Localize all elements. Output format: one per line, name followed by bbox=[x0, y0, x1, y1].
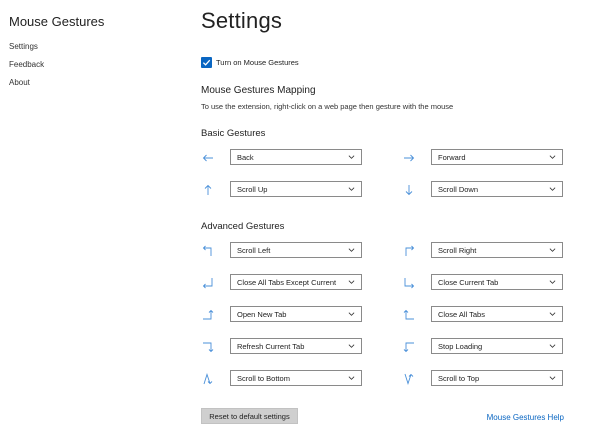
up-down-icon bbox=[201, 372, 215, 386]
gesture-scroll-down: Scroll Down bbox=[402, 181, 563, 197]
gesture-scroll-to-top: Scroll to Top bbox=[402, 370, 563, 386]
arrow-up-icon bbox=[201, 183, 215, 197]
gesture-forward: Forward bbox=[402, 149, 563, 165]
gesture-select-close-current-tab[interactable]: Close Current Tab bbox=[431, 274, 563, 290]
gesture-select-scroll-to-top[interactable]: Scroll to Top bbox=[431, 370, 563, 386]
chevron-down-icon bbox=[348, 344, 355, 348]
down-up-icon bbox=[402, 372, 416, 386]
arrow-down-icon bbox=[402, 183, 416, 197]
basic-gestures-title: Basic Gestures bbox=[201, 128, 266, 139]
advanced-gestures-title: Advanced Gestures bbox=[201, 221, 285, 232]
gesture-select-back[interactable]: Back bbox=[230, 149, 362, 165]
chevron-down-icon bbox=[549, 248, 556, 252]
arrow-left-icon bbox=[201, 151, 215, 165]
sidebar-item-about[interactable]: About bbox=[9, 78, 44, 96]
right-up-icon bbox=[201, 308, 215, 322]
gesture-select-stop-loading[interactable]: Stop Loading bbox=[431, 338, 563, 354]
gesture-select-open-new-tab[interactable]: Open New Tab bbox=[230, 306, 362, 322]
chevron-down-icon bbox=[549, 312, 556, 316]
sidebar: Mouse Gestures Settings Feedback About bbox=[0, 0, 190, 441]
right-down-icon bbox=[201, 340, 215, 354]
left-up-icon bbox=[402, 308, 416, 322]
sidebar-item-settings[interactable]: Settings bbox=[9, 42, 44, 60]
sidebar-item-feedback[interactable]: Feedback bbox=[9, 60, 44, 78]
up-right-icon bbox=[402, 244, 416, 258]
gesture-stop-loading: Stop Loading bbox=[402, 338, 563, 354]
chevron-down-icon bbox=[348, 312, 355, 316]
enable-gestures-label: Turn on Mouse Gestures bbox=[216, 58, 299, 67]
gesture-select-forward[interactable]: Forward bbox=[431, 149, 563, 165]
gesture-select-scroll-down[interactable]: Scroll Down bbox=[431, 181, 563, 197]
gesture-open-new-tab: Open New Tab bbox=[201, 306, 362, 322]
gesture-refresh-current-tab: Refresh Current Tab bbox=[201, 338, 362, 354]
up-left-icon bbox=[201, 244, 215, 258]
mapping-description: To use the extension, right-click on a w… bbox=[201, 102, 454, 111]
gesture-close-all-tabs: Close All Tabs bbox=[402, 306, 563, 322]
checkmark-icon bbox=[202, 59, 211, 66]
gesture-select-scroll-to-bottom[interactable]: Scroll to Bottom bbox=[230, 370, 362, 386]
chevron-down-icon bbox=[348, 280, 355, 284]
enable-gestures-checkbox[interactable] bbox=[201, 57, 212, 68]
gesture-select-close-all-except-current[interactable]: Close All Tabs Except Current bbox=[230, 274, 362, 290]
chevron-down-icon bbox=[549, 376, 556, 380]
gesture-back: Back bbox=[201, 149, 362, 165]
chevron-down-icon bbox=[549, 187, 556, 191]
enable-gestures-row: Turn on Mouse Gestures bbox=[201, 57, 299, 68]
gesture-select-scroll-right[interactable]: Scroll Right bbox=[431, 242, 563, 258]
app-title: Mouse Gestures bbox=[9, 14, 105, 29]
gesture-select-scroll-up[interactable]: Scroll Up bbox=[230, 181, 362, 197]
main-content: Settings Turn on Mouse Gestures Mouse Ge… bbox=[201, 0, 581, 441]
left-down-icon bbox=[402, 340, 416, 354]
gesture-scroll-to-bottom: Scroll to Bottom bbox=[201, 370, 362, 386]
down-right-icon bbox=[402, 276, 416, 290]
mapping-title: Mouse Gestures Mapping bbox=[201, 85, 316, 96]
chevron-down-icon bbox=[549, 155, 556, 159]
chevron-down-icon bbox=[348, 155, 355, 159]
sidebar-nav: Settings Feedback About bbox=[9, 42, 44, 96]
reset-defaults-button[interactable]: Reset to default settings bbox=[201, 408, 298, 424]
page-title: Settings bbox=[201, 8, 283, 33]
gesture-select-scroll-left[interactable]: Scroll Left bbox=[230, 242, 362, 258]
chevron-down-icon bbox=[348, 187, 355, 191]
gesture-close-all-except-current: Close All Tabs Except Current bbox=[201, 274, 362, 290]
help-link[interactable]: Mouse Gestures Help bbox=[487, 413, 564, 422]
gesture-select-refresh-current-tab[interactable]: Refresh Current Tab bbox=[230, 338, 362, 354]
chevron-down-icon bbox=[549, 344, 556, 348]
gesture-scroll-right: Scroll Right bbox=[402, 242, 563, 258]
chevron-down-icon bbox=[348, 376, 355, 380]
gesture-select-close-all-tabs[interactable]: Close All Tabs bbox=[431, 306, 563, 322]
gesture-close-current-tab: Close Current Tab bbox=[402, 274, 563, 290]
gesture-scroll-left: Scroll Left bbox=[201, 242, 362, 258]
down-left-icon bbox=[201, 276, 215, 290]
chevron-down-icon bbox=[348, 248, 355, 252]
chevron-down-icon bbox=[549, 280, 556, 284]
gesture-scroll-up: Scroll Up bbox=[201, 181, 362, 197]
arrow-right-icon bbox=[402, 151, 416, 165]
